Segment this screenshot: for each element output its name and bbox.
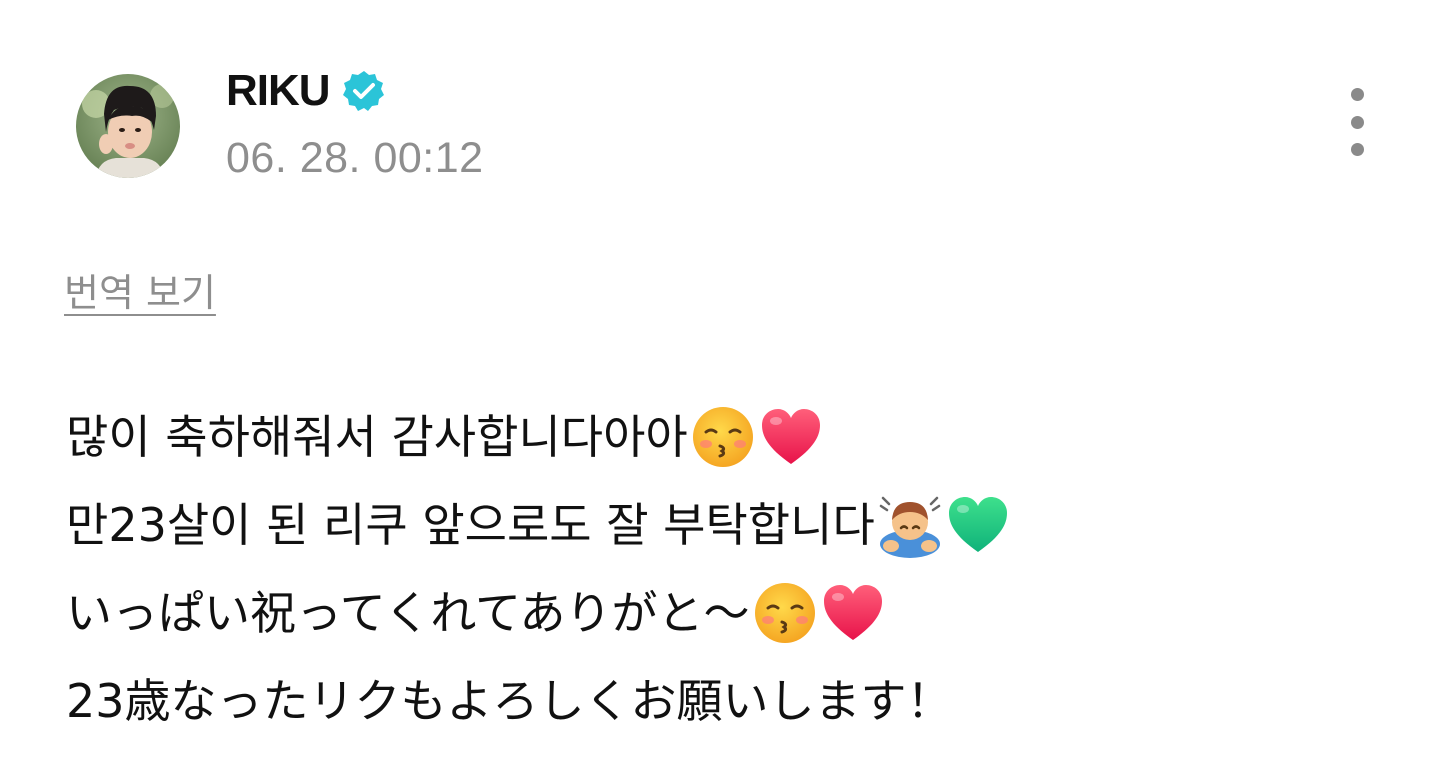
- post-card: RIKU 06. 28. 00:12 번역 보기 많이 축하해줘서 감사합니다아…: [0, 0, 1440, 759]
- author-info: RIKU 06. 28. 00:12: [226, 66, 484, 183]
- author-name-row: RIKU: [226, 66, 484, 116]
- post-line-text: 만23살이 된 리쿠 앞으로도 잘 부탁합니다: [66, 498, 875, 552]
- green-heart-icon: [948, 497, 1007, 552]
- post-body: 많이 축하해줘서 감사합니다아아 만23살이 된 리쿠 앞으로도 잘 부탁합니다: [66, 393, 1386, 745]
- post-line: 만23살이 된 리쿠 앞으로도 잘 부탁합니다: [66, 481, 1386, 569]
- more-vertical-icon: [1350, 88, 1364, 101]
- post-header: RIKU 06. 28. 00:12: [76, 66, 484, 183]
- post-line: いっぱい祝ってくれてありがと〜: [66, 569, 1386, 657]
- post-line-text: 많이 축하해줘서 감사합니다아아: [66, 410, 688, 464]
- post-line-text: 23歳なったリクもよろしくお願いします！: [66, 674, 953, 728]
- more-options-button[interactable]: [1340, 88, 1374, 156]
- post-line-text: いっぱい祝ってくれてありがと〜: [66, 586, 750, 640]
- more-vertical-icon-dot: [1350, 115, 1364, 129]
- red-heart-icon: [823, 585, 882, 640]
- red-heart-icon: [761, 409, 820, 464]
- author-name[interactable]: RIKU: [226, 66, 331, 116]
- translate-link[interactable]: 번역 보기: [64, 262, 216, 317]
- avatar-photo: [76, 73, 180, 178]
- post-line: 23歳なったリクもよろしくお願いします！: [66, 657, 1386, 745]
- post-line: 많이 축하해줘서 감사합니다아아: [66, 393, 1386, 481]
- more-vertical-icon-dot: [1350, 143, 1364, 156]
- avatar[interactable]: [76, 73, 180, 178]
- post-timestamp: 06. 28. 00:12: [226, 134, 484, 182]
- person-bowing-icon: [879, 496, 941, 558]
- kissing-face-icon: [692, 407, 753, 467]
- kissing-face-icon: [754, 583, 815, 643]
- verified-badge-icon: [342, 69, 386, 113]
